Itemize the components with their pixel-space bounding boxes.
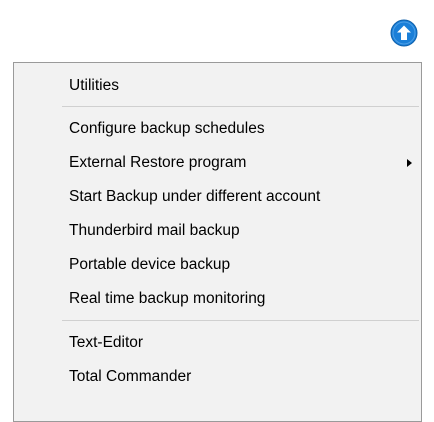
menu-item-label: Configure backup schedules [69, 120, 265, 137]
arrow-up-circle-icon [390, 19, 418, 47]
submenu-arrow-icon [407, 159, 412, 167]
menu-item-thunderbird-mail-backup[interactable]: Thunderbird mail backup [14, 217, 421, 245]
menu-separator [62, 320, 419, 321]
menu-item-label: Portable device backup [69, 256, 231, 273]
context-menu: Utilities Configure backup schedules Ext… [13, 62, 422, 422]
menu-item-utilities[interactable]: Utilities [14, 72, 421, 100]
menu-item-label: Start Backup under different account [69, 188, 321, 205]
menu-separator [62, 106, 419, 107]
menu-item-label: Text-Editor [69, 334, 144, 351]
menu-item-total-commander[interactable]: Total Commander [14, 363, 421, 391]
scroll-up-button[interactable] [390, 19, 418, 47]
menu-item-label: Total Commander [69, 368, 192, 385]
menu-item-portable-device-backup[interactable]: Portable device backup [14, 251, 421, 279]
menu-item-label: Thunderbird mail backup [69, 222, 240, 239]
menu-item-label: External Restore program [69, 154, 247, 171]
menu-item-label: Real time backup monitoring [69, 290, 266, 307]
menu-item-start-backup-different-account[interactable]: Start Backup under different account [14, 183, 421, 211]
menu-item-real-time-backup-monitoring[interactable]: Real time backup monitoring [14, 285, 421, 313]
menu-item-external-restore-program[interactable]: External Restore program [14, 149, 421, 177]
menu-item-configure-backup-schedules[interactable]: Configure backup schedules [14, 115, 421, 143]
menu-item-label: Utilities [69, 77, 119, 94]
menu-item-text-editor[interactable]: Text-Editor [14, 329, 421, 357]
